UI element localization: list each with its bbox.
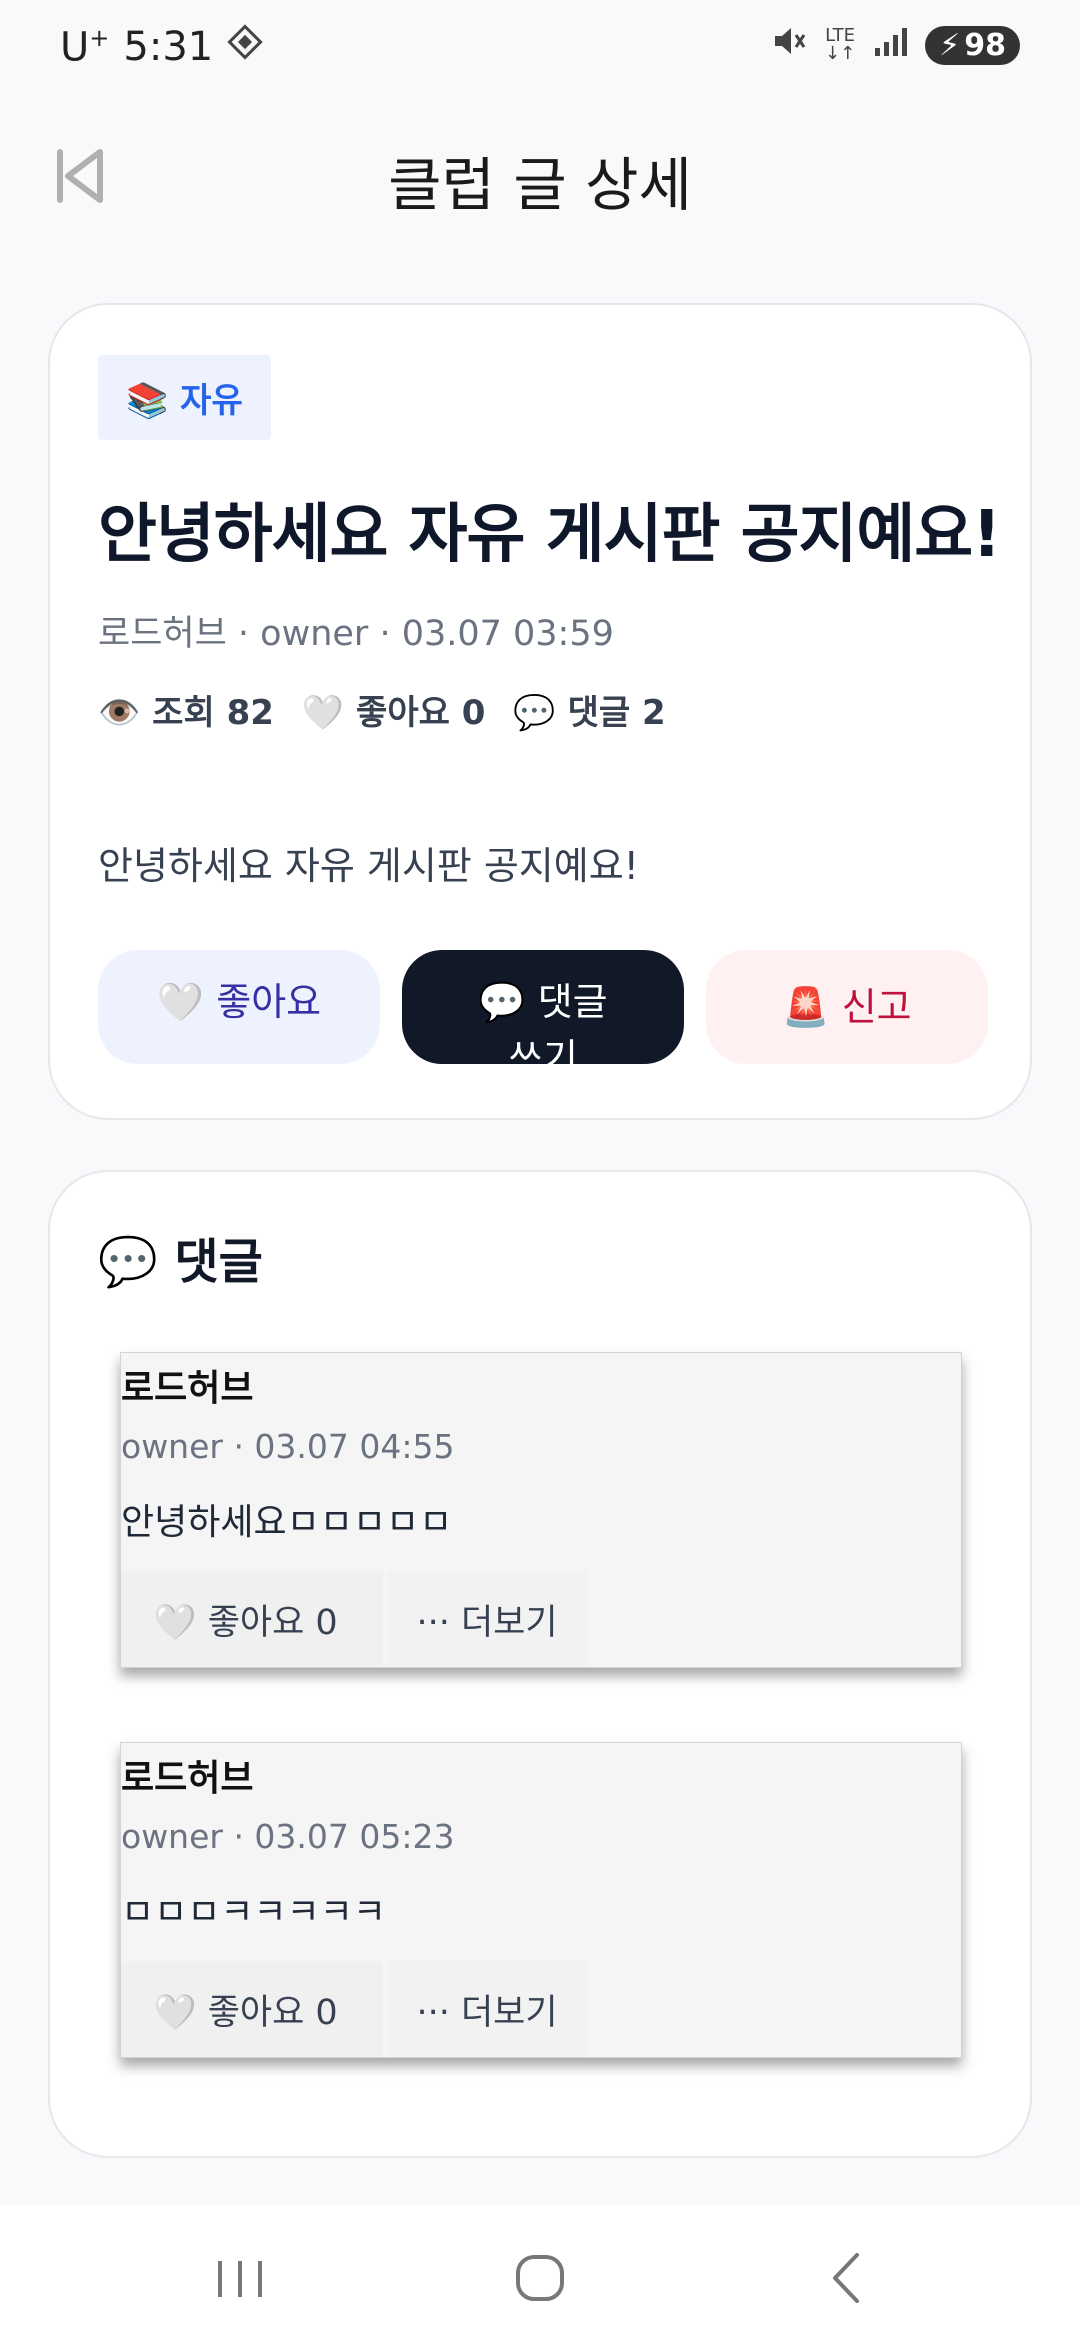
write-comment-button[interactable]: 💬 댓글 쓰기: [402, 950, 684, 1064]
app-notification-icon: [227, 24, 263, 70]
header: 클럽 글 상세: [0, 120, 1080, 230]
comment-text: ㅁㅁㅁㅋㅋㅋㅋㅋ: [121, 1892, 386, 1933]
report-button[interactable]: 🚨 신고: [706, 950, 988, 1064]
comment-like-button[interactable]: 🤍 좋아요 0: [121, 1961, 383, 2057]
post-actions: 🤍 좋아요 💬 댓글 쓰기 🚨 신고: [98, 950, 988, 1064]
comment-item: 로드허브 owner · 03.07 04:55 안녕하세요ㅁㅁㅁㅁㅁ 🤍 좋아…: [120, 1352, 962, 1668]
post-card: 📚 자유 안녕하세요 자유 게시판 공지예요! 로드허브 · owner · 0…: [48, 303, 1032, 1120]
comment-actions: 🤍 좋아요 0 ··· 더보기: [121, 1961, 587, 2057]
comments-card: 💬 댓글 로드허브 owner · 03.07 04:55 안녕하세요ㅁㅁㅁㅁㅁ…: [48, 1170, 1032, 2158]
status-time: 5:31: [123, 24, 214, 71]
like-button[interactable]: 🤍 좋아요: [98, 950, 380, 1064]
network-type-label: LTE: [825, 25, 856, 46]
carrier-plus: +: [89, 24, 110, 52]
comments-heading: 💬 댓글: [98, 1234, 263, 1290]
comment-more-button[interactable]: ··· 더보기: [387, 1961, 587, 2057]
like-button-label: 🤍 좋아요: [156, 980, 322, 1024]
page-title: 클럽 글 상세: [388, 151, 692, 219]
post-title: 안녕하세요 자유 게시판 공지예요!: [98, 498, 1001, 572]
post-body: 안녕하세요 자유 게시판 공지예요!: [98, 844, 639, 888]
category-tag: 📚 자유: [98, 355, 271, 440]
comment-actions: 🤍 좋아요 0 ··· 더보기: [121, 1571, 587, 1667]
write-comment-label: 💬 댓글 쓰기: [478, 980, 608, 1064]
battery-level: 98: [964, 27, 1006, 63]
comment-like-button[interactable]: 🤍 좋아요 0: [121, 1571, 383, 1667]
comment-meta: owner · 03.07 04:55: [121, 1427, 455, 1466]
home-button[interactable]: [500, 2243, 580, 2313]
post-meta: 로드허브 · owner · 03.07 03:59: [98, 614, 614, 654]
network-type: LTE ↓↑: [825, 25, 856, 64]
charging-icon: ⚡: [939, 27, 961, 63]
comments-stat: 💬 댓글 2: [513, 693, 666, 733]
battery-indicator: ⚡ 98: [925, 25, 1020, 65]
carrier-name: U: [60, 24, 90, 71]
post-stats: 👁️ 조회 82 🤍 좋아요 0 💬 댓글 2: [98, 685, 666, 734]
signal-icon: [873, 26, 908, 64]
recents-button[interactable]: [200, 2243, 280, 2313]
comment-text: 안녕하세요ㅁㅁㅁㅁㅁ: [121, 1502, 453, 1543]
report-button-label: 🚨 신고: [782, 985, 912, 1029]
home-icon: [500, 2255, 580, 2317]
mute-icon: [771, 24, 807, 66]
views-stat: 👁️ 조회 82: [98, 693, 274, 733]
status-right: LTE ↓↑ ⚡ 98: [771, 24, 1020, 66]
likes-stat: 🤍 좋아요 0: [301, 693, 486, 733]
status-left: U+ 5:31: [60, 24, 263, 70]
comment-meta: owner · 03.07 05:23: [121, 1817, 455, 1856]
nav-back-button[interactable]: [805, 2243, 885, 2313]
comment-author: 로드허브: [121, 1758, 254, 1799]
status-bar: U+ 5:31 LTE ↓↑ ⚡ 98: [0, 0, 1080, 100]
chevron-left-icon: [805, 2253, 885, 2317]
comment-more-button[interactable]: ··· 더보기: [387, 1571, 587, 1667]
system-nav-bar: [0, 2205, 1080, 2340]
recents-icon: [200, 2261, 280, 2317]
comment-item: 로드허브 owner · 03.07 05:23 ㅁㅁㅁㅋㅋㅋㅋㅋ 🤍 좋아요 …: [120, 1742, 962, 2058]
carrier-label: U+: [60, 24, 109, 70]
comment-author: 로드허브: [121, 1368, 254, 1409]
